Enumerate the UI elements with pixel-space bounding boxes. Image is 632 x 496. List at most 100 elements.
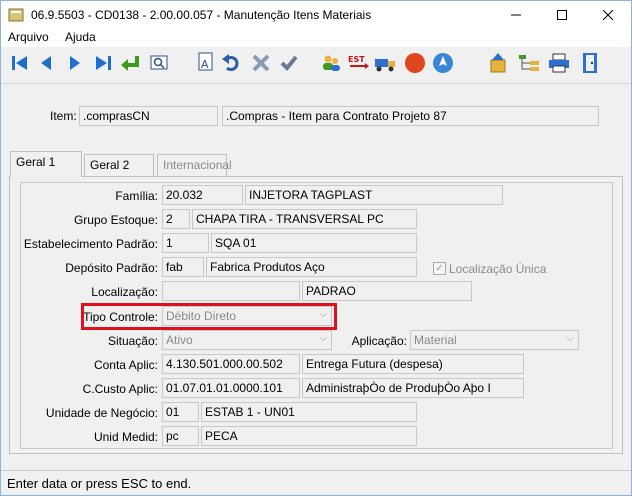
- confirm-button[interactable]: [277, 51, 301, 75]
- last-icon: [96, 56, 111, 70]
- stop-icon: [405, 53, 425, 73]
- first-icon: [12, 56, 27, 70]
- cancel-icon: [252, 54, 270, 72]
- estabelecimento-label: Estabelecimento Padrão:: [23, 237, 158, 251]
- users-icon: [323, 55, 340, 71]
- print-icon: [549, 53, 569, 73]
- estabelecimento-code-field[interactable]: 1: [162, 233, 209, 253]
- exit-button[interactable]: [578, 51, 602, 75]
- highlight-box: [81, 303, 337, 330]
- deposito-desc-field[interactable]: Fabrica Produtos Aço: [206, 257, 417, 277]
- maximize-icon: [557, 10, 567, 20]
- next-icon: [70, 56, 80, 70]
- cancel-button[interactable]: [249, 51, 273, 75]
- localizacao-unica-label: Localização Única: [449, 262, 547, 276]
- exit-icon: [583, 53, 597, 73]
- status-text: Enter data or press ESC to end.: [7, 476, 192, 491]
- unid-medid-code-field[interactable]: pc: [162, 426, 199, 446]
- first-button[interactable]: [8, 51, 32, 75]
- aplicacao-select[interactable]: Material ⌵: [410, 330, 579, 350]
- tab-geral-2-label: Geral 2: [90, 158, 130, 172]
- menu-arquivo[interactable]: Arquivo: [8, 30, 49, 44]
- localizacao-code-field[interactable]: [162, 281, 300, 301]
- truck-button[interactable]: [374, 51, 398, 75]
- est-button[interactable]: EST: [346, 51, 370, 75]
- menu-bar: Arquivo Ajuda: [1, 29, 631, 47]
- toolbar: A EST: [1, 47, 631, 81]
- localizacao-desc-field[interactable]: PADRAO: [302, 281, 472, 301]
- grupo-estoque-desc-field[interactable]: CHAPA TIRA - TRANSVERSAL PC: [192, 209, 417, 229]
- status-bar: Enter data or press ESC to end.: [1, 470, 631, 495]
- app-window: 06.9.5503 - CD0138 - 2.00.00.057 - Manut…: [0, 0, 632, 496]
- navigate-icon: [433, 53, 453, 73]
- familia-desc-field[interactable]: INJETORA TAGPLAST: [245, 185, 503, 205]
- item-label: Item:: [50, 109, 77, 123]
- item-code-field[interactable]: .comprasCN: [79, 106, 218, 126]
- ccusto-aplic-label: C.Custo Aplic:: [82, 382, 158, 396]
- conta-aplic-label: Conta Aplic:: [93, 358, 158, 372]
- print-button[interactable]: [547, 51, 571, 75]
- ccusto-aplic-code-field[interactable]: 01.07.01.01.0000.101: [162, 378, 300, 398]
- prev-icon: [41, 56, 51, 70]
- stop-button[interactable]: [403, 51, 427, 75]
- app-icon: [8, 8, 24, 22]
- rename-icon: A: [198, 52, 213, 71]
- menu-ajuda[interactable]: Ajuda: [65, 30, 96, 44]
- item-description-field[interactable]: .Compras - Item para Contrato Projeto 87: [222, 106, 599, 126]
- minimize-icon: [511, 14, 521, 16]
- estabelecimento-desc-field[interactable]: SQA 01: [211, 233, 417, 253]
- tab-geral-2[interactable]: Geral 2: [84, 154, 154, 176]
- localizacao-label: Localização:: [91, 285, 158, 299]
- window-title: 06.9.5503 - CD0138 - 2.00.00.057 - Manut…: [31, 8, 372, 22]
- aplicacao-label: Aplicação:: [351, 334, 407, 348]
- unidade-negocio-desc-field[interactable]: ESTAB 1 - UN01: [201, 402, 417, 422]
- undo-button[interactable]: [220, 51, 244, 75]
- goto-icon: [121, 56, 139, 71]
- grupo-estoque-code-field[interactable]: 2: [162, 209, 190, 229]
- situacao-select[interactable]: Ativo ⌵: [162, 330, 332, 350]
- deposito-label: Depósito Padrão:: [65, 261, 158, 275]
- aplicacao-value: Material: [414, 333, 457, 347]
- localizacao-unica-checkbox[interactable]: ✓: [433, 262, 446, 275]
- tab-geral-1[interactable]: Geral 1: [10, 151, 82, 177]
- prev-button[interactable]: [34, 51, 58, 75]
- navigate-button[interactable]: [431, 51, 455, 75]
- est-icon: EST: [348, 55, 369, 69]
- unid-medid-desc-field[interactable]: PECA: [201, 426, 417, 446]
- close-button[interactable]: [585, 1, 631, 29]
- last-button[interactable]: [91, 51, 115, 75]
- tree-icon: [519, 55, 539, 71]
- svg-text:A: A: [201, 58, 209, 71]
- tab-internacional-label: Internacional: [163, 158, 232, 172]
- confirm-icon: [280, 55, 298, 71]
- upload-button[interactable]: [486, 51, 510, 75]
- toolbar-separator: [1, 83, 631, 84]
- chevron-down-icon: ⌵: [319, 333, 327, 344]
- familia-code-field[interactable]: 20.032: [162, 185, 243, 205]
- tab-internacional[interactable]: Internacional: [157, 154, 232, 176]
- next-button[interactable]: [63, 51, 87, 75]
- ccusto-aplic-desc-field[interactable]: AdministraþÒo de ProduþÒo Aþo I: [302, 378, 524, 398]
- situacao-value: Ativo: [166, 333, 193, 347]
- rename-button[interactable]: A: [194, 51, 218, 75]
- grupo-estoque-label: Grupo Estoque:: [73, 213, 158, 227]
- users-button[interactable]: [319, 51, 343, 75]
- close-icon: [603, 10, 613, 20]
- svg-text:EST: EST: [348, 55, 365, 64]
- conta-aplic-code-field[interactable]: 4.130.501.000.00.502: [162, 354, 300, 374]
- familia-label: Família:: [115, 189, 158, 203]
- maximize-button[interactable]: [539, 1, 585, 29]
- unid-medid-label: Unid Medid:: [93, 430, 158, 444]
- title-bar: 06.9.5503 - CD0138 - 2.00.00.057 - Manut…: [1, 1, 631, 29]
- tree-button[interactable]: [517, 51, 541, 75]
- minimize-button[interactable]: [493, 1, 539, 29]
- goto-button[interactable]: [118, 51, 142, 75]
- conta-aplic-desc-field[interactable]: Entrega Futura (despesa): [302, 354, 524, 374]
- undo-icon: [222, 54, 239, 71]
- unidade-negocio-code-field[interactable]: 01: [162, 402, 199, 422]
- situacao-label: Situação:: [107, 334, 158, 348]
- tab-geral-1-label: Geral 1: [16, 155, 56, 169]
- deposito-code-field[interactable]: fab: [162, 257, 204, 277]
- search-button[interactable]: [147, 51, 171, 75]
- truck-icon: [375, 59, 395, 72]
